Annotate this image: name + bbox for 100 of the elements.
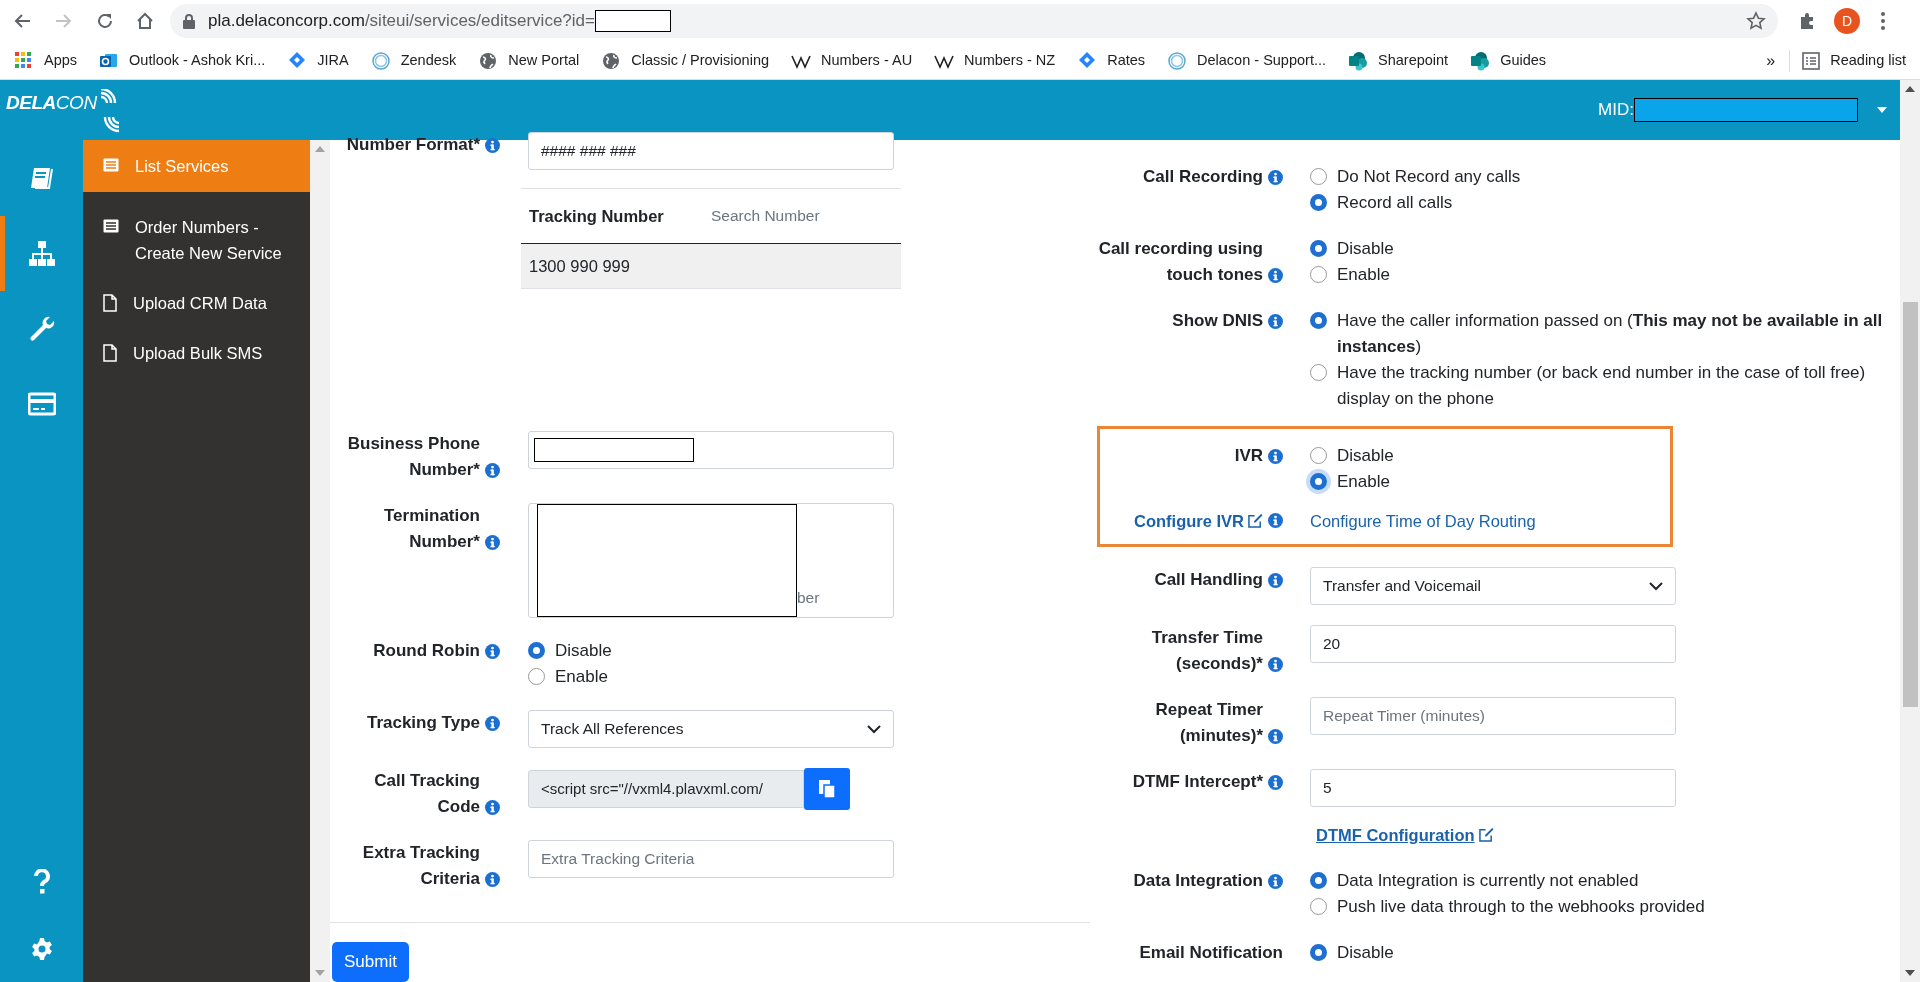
info-icon[interactable]	[1268, 314, 1283, 329]
bookmark[interactable]: Outlook - Ashok Kri...	[99, 49, 266, 72]
bookmark[interactable]: Classic / Provisioning	[601, 49, 770, 72]
bookmark[interactable]: Numbers - AU	[791, 49, 913, 72]
radio-label: Have the caller information passed on (This may not be available in all instances)	[1337, 310, 1884, 358]
info-icon[interactable]	[485, 463, 500, 478]
home-icon[interactable]	[136, 12, 154, 30]
link[interactable]: DTMF Configuration	[1316, 823, 1676, 848]
radio-button[interactable]	[1310, 240, 1327, 257]
info-icon[interactable]	[1268, 170, 1283, 185]
radio-button[interactable]	[528, 668, 545, 685]
bookmark[interactable]: JIRA	[287, 49, 349, 72]
info-icon[interactable]	[1268, 268, 1283, 283]
radio-button[interactable]	[1310, 447, 1327, 464]
search-field[interactable]: Search Number	[711, 196, 881, 236]
submit-button[interactable]: Submit	[332, 941, 409, 982]
info-icon[interactable]	[485, 535, 500, 550]
radio-button[interactable]	[1310, 312, 1327, 329]
radio-button[interactable]	[1310, 194, 1327, 211]
merchant-id-label: MID:	[1598, 99, 1634, 122]
star-icon[interactable]	[1746, 11, 1766, 31]
radio-label: Enable	[1337, 264, 1390, 286]
field-label: Email Notification	[1139, 941, 1283, 964]
sidebar-item[interactable]: Upload CRM Data	[83, 278, 310, 328]
globe-icon	[478, 50, 499, 71]
radio-button[interactable]	[1310, 266, 1327, 283]
apps-grid-icon	[14, 50, 34, 71]
bookmark[interactable]: Zendesk	[370, 49, 457, 72]
radio-label: Disable	[1337, 941, 1394, 964]
info-icon[interactable]	[485, 872, 500, 887]
lock-icon	[182, 13, 196, 29]
copy-button[interactable]	[804, 768, 850, 810]
field-label: Data Integration	[1133, 869, 1263, 892]
field-label: Number Format*	[346, 134, 480, 156]
more-bookmarks-button[interactable]: »	[1766, 48, 1776, 73]
radio-button[interactable]	[1310, 364, 1327, 381]
field-label: Call Tracking Code	[373, 770, 480, 818]
scroll-up-icon[interactable]	[1905, 86, 1915, 92]
radio-button[interactable]	[1310, 168, 1327, 185]
help-icon[interactable]	[32, 868, 51, 895]
code-field[interactable]: <script src="//vxml4.plavxml.com/	[528, 770, 804, 808]
list-icon	[103, 158, 119, 172]
info-icon[interactable]	[485, 138, 500, 153]
reading-list-icon	[1802, 51, 1821, 70]
bookmark[interactable]: Apps	[14, 49, 78, 72]
input-field[interactable]: #### ### ###	[528, 132, 894, 170]
info-icon[interactable]	[485, 644, 500, 659]
bookmark[interactable]: Numbers - NZ	[934, 49, 1056, 72]
info-icon[interactable]	[485, 716, 500, 731]
settings-icon[interactable]	[29, 936, 54, 961]
bookmark[interactable]: Guides	[1470, 49, 1547, 72]
sidebar-item[interactable]: Upload Bulk SMS	[83, 328, 310, 378]
more-icon[interactable]	[1880, 11, 1886, 31]
info-icon[interactable]	[485, 800, 500, 815]
back-icon[interactable]	[14, 12, 32, 30]
dropdown[interactable]: Transfer and Voicemail	[1310, 567, 1676, 605]
input-field[interactable]: Repeat Timer (minutes)	[1310, 697, 1676, 735]
reload-icon[interactable]	[96, 12, 114, 30]
radio-button[interactable]	[528, 642, 545, 659]
link[interactable]: Configure IVR	[1134, 512, 1263, 530]
list-icon	[103, 219, 119, 233]
globe-icon	[601, 50, 622, 71]
caret-icon[interactable]	[1876, 106, 1888, 114]
url-text: pla.delaconcorp.com/siteui/services/editservice?id=	[208, 10, 595, 33]
input-field[interactable]: 20	[1310, 625, 1676, 663]
input-field[interactable]: 5	[1310, 769, 1676, 807]
field-label: Show DNIS	[1172, 310, 1263, 332]
info-icon[interactable]	[1268, 513, 1283, 528]
bookmark[interactable]: Delacon - Support...	[1167, 49, 1326, 72]
link[interactable]: Configure Time of Day Routing	[1310, 509, 1536, 534]
brand-logo: DELACON	[6, 89, 131, 133]
sidebar-item[interactable]: Order Numbers - Create New Service	[83, 202, 310, 278]
profile-avatar[interactable]: D	[1834, 8, 1860, 34]
scroll-down-icon[interactable]	[1905, 970, 1915, 976]
chevron-down-icon	[867, 724, 881, 734]
table-cell: 1300 990 999	[521, 244, 901, 289]
radio-button[interactable]	[1310, 871, 1327, 889]
field-label: Transfer Time (seconds)*	[1150, 627, 1263, 675]
bookmark[interactable]: Sharepoint	[1348, 49, 1449, 72]
reading-list-button[interactable]: Reading list	[1802, 49, 1906, 72]
radio-label: Disable	[555, 640, 612, 662]
info-icon[interactable]	[1268, 449, 1283, 464]
bookmark[interactable]: Rates	[1077, 49, 1146, 72]
info-icon[interactable]	[1268, 729, 1283, 744]
dropdown[interactable]: Track All References	[528, 710, 894, 748]
input-field[interactable]: Extra Tracking Criteria	[528, 840, 894, 878]
info-icon[interactable]	[1268, 775, 1283, 790]
input-field[interactable]	[528, 431, 894, 469]
scrollbar[interactable]	[1900, 80, 1920, 982]
info-icon[interactable]	[1268, 873, 1283, 889]
text-area[interactable]: ber	[528, 503, 894, 618]
bookmark[interactable]: New Portal	[478, 49, 580, 72]
info-icon[interactable]	[1268, 657, 1283, 672]
radio-button[interactable]	[1310, 897, 1327, 915]
info-icon[interactable]	[1268, 573, 1283, 588]
file-icon	[103, 344, 117, 362]
field-label: Business Phone Number*	[346, 433, 480, 481]
address-bar[interactable]: pla.delaconcorp.com/siteui/services/editservice?id=	[170, 4, 1778, 38]
radio-button[interactable]	[1310, 943, 1327, 961]
scrollbar-thumb[interactable]	[1902, 302, 1918, 707]
